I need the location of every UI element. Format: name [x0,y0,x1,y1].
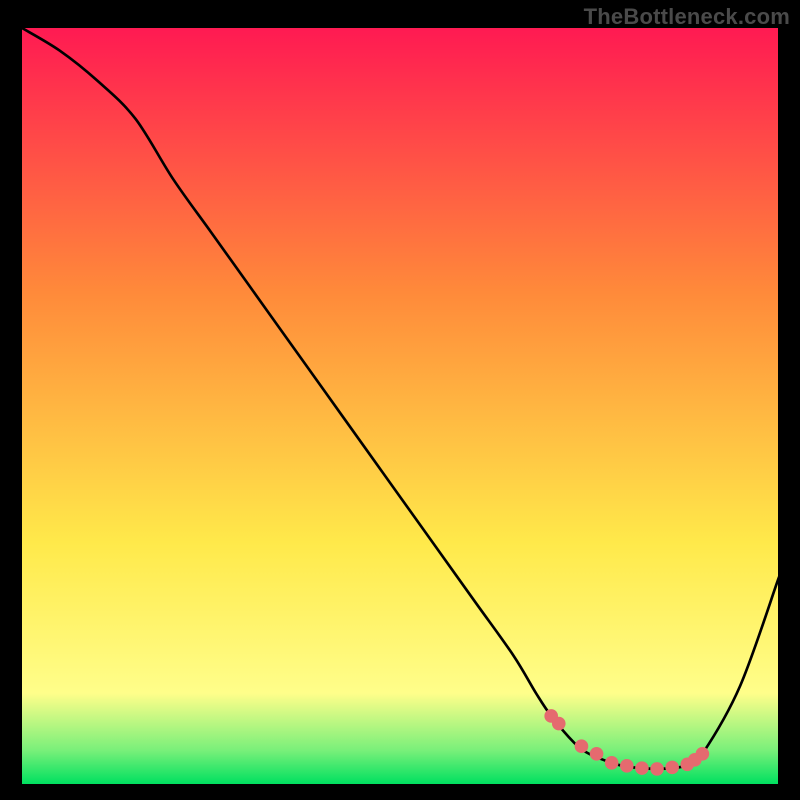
optimal-dot [650,762,664,776]
optimal-dot [635,761,649,775]
optimal-dot [696,747,710,761]
chart-frame: TheBottleneck.com [0,0,800,800]
optimal-dot [605,756,619,770]
plot-svg [22,28,778,784]
watermark-text: TheBottleneck.com [584,4,790,30]
bottleneck-plot [22,28,778,784]
optimal-dot [552,717,566,731]
gradient-background [22,28,778,784]
optimal-dot [620,759,634,773]
optimal-dot [590,747,604,761]
optimal-dot [665,761,679,775]
optimal-dot [575,739,589,753]
